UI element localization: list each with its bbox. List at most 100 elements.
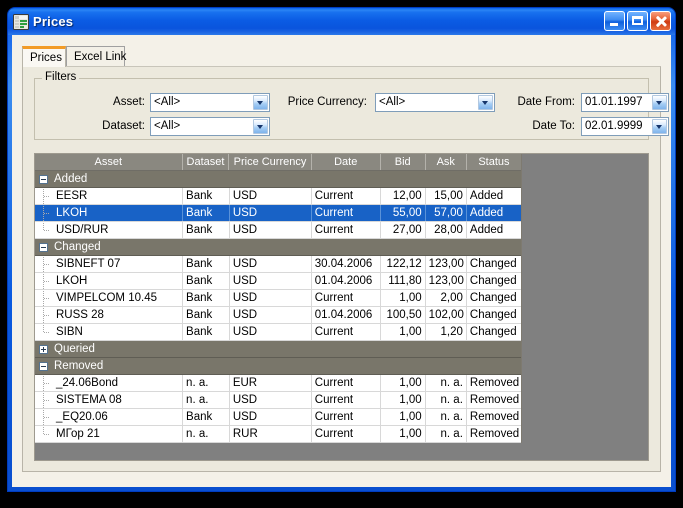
maximize-button[interactable] — [627, 11, 648, 31]
tab-prices[interactable]: Prices — [22, 46, 66, 67]
cell-date: 01.04.2006 — [312, 307, 381, 323]
cell-dataset: Bank — [183, 307, 230, 323]
dataset-filter-label: Dataset: — [102, 120, 145, 132]
cell-ask: n. a. — [426, 409, 467, 425]
chevron-down-icon[interactable] — [652, 95, 667, 110]
chevron-down-icon[interactable] — [652, 119, 667, 134]
cell-date: 30.04.2006 — [312, 256, 381, 272]
cell-ask: 123,00 — [426, 273, 467, 289]
table-row[interactable]: _EQ20.06 Bank USD Current 1,00 n. a. Removed — [35, 409, 521, 426]
chevron-down-icon[interactable] — [253, 119, 268, 134]
table-row[interactable]: SIBNEFT 07 Bank USD 30.04.2006 122,12 123,00 C… — [35, 256, 521, 273]
minimize-button[interactable] — [604, 11, 625, 31]
grid-body: Added EESR Bank USD Current 12,00 15,00 Added LK… — [35, 171, 521, 443]
cell-bid: 111,80 — [381, 273, 426, 289]
date-from-label: Date From: — [517, 96, 575, 108]
grid-column-header[interactable]: Dataset — [183, 154, 230, 170]
cell-asset: SIBNEFT 07 — [35, 256, 184, 272]
table-row[interactable]: LKOH Bank USD Current 55,00 57,00 Added — [35, 205, 521, 222]
grid-column-header[interactable]: Bid — [381, 154, 426, 170]
cell-asset: _EQ20.06 — [35, 409, 184, 425]
cell-date: Current — [312, 188, 381, 204]
window-title: Prices — [33, 14, 74, 29]
price-currency-filter-combo[interactable]: <All> — [375, 93, 495, 112]
dataset-filter-combo[interactable]: <All> — [150, 117, 270, 136]
cell-status: Changed — [469, 292, 517, 304]
cell-dataset: Bank — [183, 222, 230, 238]
date-to-field[interactable]: 02.01.9999 — [581, 117, 669, 136]
cell-ask: 123,00 — [426, 256, 467, 272]
date-from-field[interactable]: 01.01.1997 — [581, 93, 669, 112]
close-button[interactable] — [650, 11, 671, 31]
table-row[interactable]: SISTEMA 08 n. a. USD Current 1,00 n. a. Remove… — [35, 392, 521, 409]
cell-status: Changed — [469, 258, 517, 270]
table-row[interactable]: SIBN Bank USD Current 1,00 1,20 Changed — [35, 324, 521, 341]
table-row[interactable]: RUSS 28 Bank USD 01.04.2006 100,50 102,00 Chan… — [35, 307, 521, 324]
cell-ask: n. a. — [426, 392, 467, 408]
date-from-value: 01.01.1997 — [585, 96, 643, 108]
table-row[interactable]: VIMPELCOM 10.45 Bank USD Current 1,00 2,00 Cha… — [35, 290, 521, 307]
cell-dataset: Bank — [183, 324, 230, 340]
tab-page-prices: Filters Asset: <All> Dataset: <All> Pric… — [22, 66, 669, 472]
grid-group-row[interactable]: Changed — [35, 239, 521, 256]
grid-group-row[interactable]: Added — [35, 171, 521, 188]
table-row[interactable]: _24.06Bond n. a. EUR Current 1,00 n. a. Remove… — [35, 375, 521, 392]
cell-currency: USD — [230, 222, 312, 238]
cell-bid: 27,00 — [381, 222, 426, 238]
cell-date: Current — [312, 375, 381, 391]
cell-asset: EESR — [35, 188, 184, 204]
cell-dataset: n. a. — [183, 375, 230, 391]
asset-filter-combo[interactable]: <All> — [150, 93, 270, 112]
table-row[interactable]: USD/RUR Bank USD Current 27,00 28,00 Added — [35, 222, 521, 239]
tab-excel-link[interactable]: Excel Link — [66, 46, 126, 67]
cell-ask: 57,00 — [426, 205, 467, 221]
cell-ask: n. a. — [426, 426, 467, 442]
date-to-value: 02.01.9999 — [585, 120, 643, 132]
table-row[interactable]: EESR Bank USD Current 12,00 15,00 Added — [35, 188, 521, 205]
cell-dataset: n. a. — [183, 426, 230, 442]
cell-bid: 1,00 — [381, 375, 426, 391]
cell-dataset: Bank — [183, 290, 230, 306]
cell-currency: USD — [230, 290, 312, 306]
table-row[interactable]: LKOH Bank USD 01.04.2006 111,80 123,00 Changed — [35, 273, 521, 290]
cell-date: 01.04.2006 — [312, 273, 381, 289]
price-currency-filter-label: Price Currency: — [287, 96, 367, 108]
cell-currency: USD — [230, 188, 312, 204]
cell-dataset: Bank — [183, 256, 230, 272]
cell-currency: USD — [230, 273, 312, 289]
filters-group: Filters Asset: <All> Dataset: <All> Pric… — [34, 71, 669, 140]
title-bar: Prices — [8, 8, 675, 35]
cell-bid: 1,00 — [381, 392, 426, 408]
grid-column-header[interactable]: Ask — [426, 154, 467, 170]
cell-currency: USD — [230, 324, 312, 340]
prices-grid-container[interactable]: Asset Dataset Price Currency Date Bid Ask Stat… — [34, 153, 649, 461]
collapse-icon[interactable] — [39, 361, 48, 371]
collapse-icon[interactable] — [39, 174, 48, 184]
table-row[interactable]: МГор 21 n. a. RUR Current 1,00 n. a. Removed — [35, 426, 521, 443]
tab-strip: Prices Excel Link — [22, 46, 661, 67]
spreadsheet-icon — [13, 13, 29, 30]
cell-date: Current — [312, 290, 381, 306]
cell-status: Removed — [469, 377, 520, 389]
expand-icon[interactable] — [39, 344, 48, 354]
grid-group-label: Changed — [54, 241, 101, 253]
cell-status: Added — [469, 224, 504, 236]
cell-dataset: Bank — [183, 273, 230, 289]
cell-status: Changed — [469, 275, 517, 287]
prices-grid: Asset Dataset Price Currency Date Bid Ask Stat… — [35, 154, 522, 443]
grid-column-header[interactable]: Date — [312, 154, 381, 170]
grid-column-header[interactable]: Asset — [35, 154, 183, 170]
cell-bid: 100,50 — [381, 307, 426, 323]
grid-group-row[interactable]: Queried — [35, 341, 521, 358]
cell-dataset: Bank — [183, 205, 230, 221]
cell-bid: 1,00 — [381, 290, 426, 306]
grid-column-header[interactable]: Status — [467, 154, 521, 170]
collapse-icon[interactable] — [39, 242, 48, 252]
grid-column-header[interactable]: Price Currency — [229, 154, 312, 170]
cell-ask: 28,00 — [426, 222, 467, 238]
date-to-label: Date To: — [532, 120, 575, 132]
cell-asset: LKOH — [35, 205, 184, 221]
price-currency-filter-value: <All> — [379, 96, 406, 108]
grid-group-row[interactable]: Removed — [35, 358, 521, 375]
cell-ask: 102,00 — [426, 307, 467, 323]
